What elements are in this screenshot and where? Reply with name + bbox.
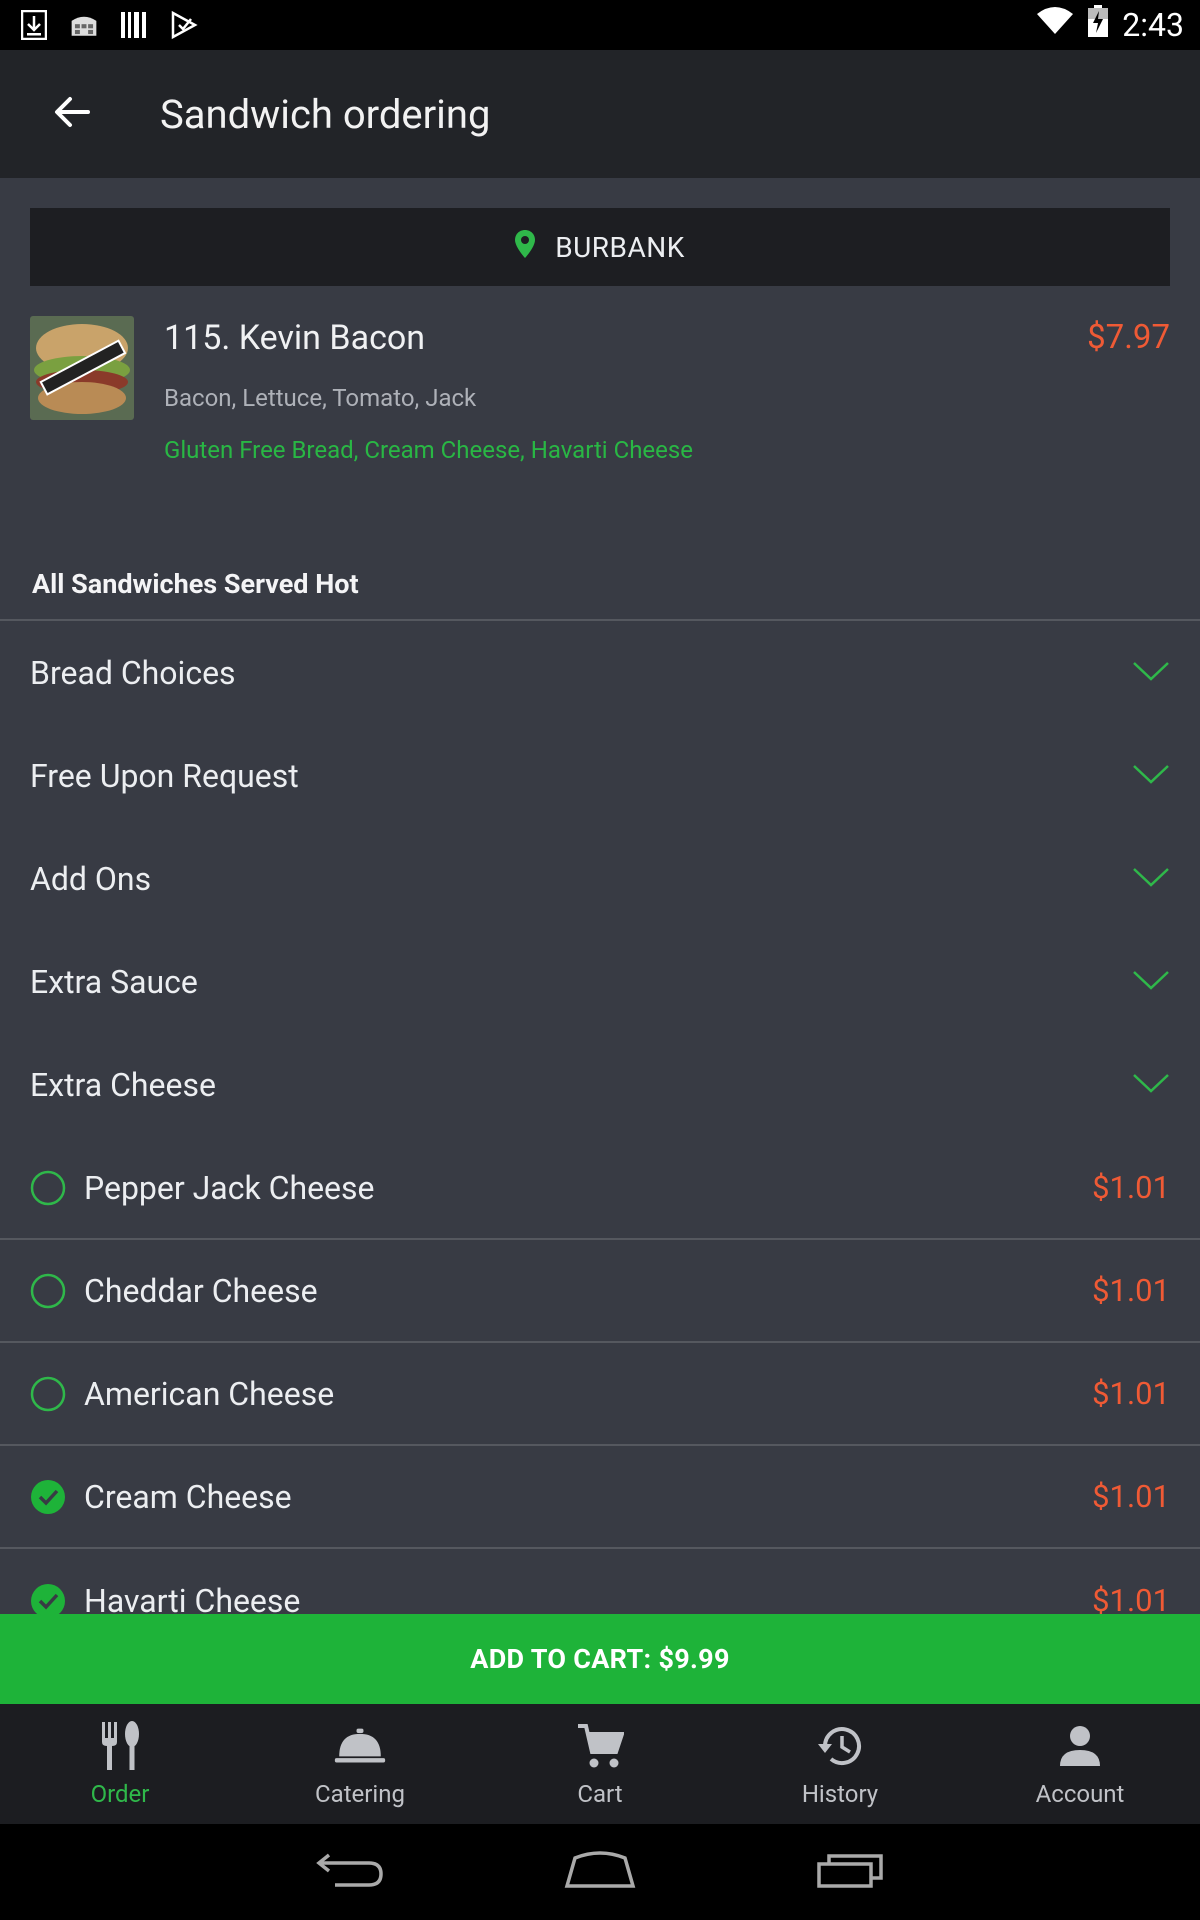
option-price: $1.01 xyxy=(1092,1375,1170,1412)
status-right: 2:43 xyxy=(1036,5,1184,45)
option-cream-cheese[interactable]: Cream Cheese $1.01 xyxy=(0,1446,1200,1549)
group-extra-cheese[interactable]: Extra Cheese xyxy=(0,1033,1200,1136)
cart-icon xyxy=(574,1720,626,1772)
group-free-upon-request[interactable]: Free Upon Request xyxy=(0,724,1200,827)
nav-label: Account xyxy=(1035,1780,1125,1808)
barcode-icon xyxy=(120,10,148,40)
back-icon xyxy=(315,1849,385,1895)
group-label: Extra Sauce xyxy=(30,962,198,1001)
chevron-down-icon xyxy=(1132,660,1170,686)
group-extra-sauce[interactable]: Extra Sauce xyxy=(0,930,1200,1033)
option-price: $1.01 xyxy=(1092,1272,1170,1309)
option-label: Pepper Jack Cheese xyxy=(84,1168,375,1207)
option-pepper-jack-cheese[interactable]: Pepper Jack Cheese $1.01 xyxy=(0,1137,1200,1240)
product-name: 115. Kevin Bacon xyxy=(164,318,426,358)
page-title: Sandwich ordering xyxy=(160,90,491,138)
location-name: BURBANK xyxy=(555,230,685,264)
product-selected-options: Gluten Free Bread, Cream Cheese, Havarti… xyxy=(164,436,693,464)
unchecked-circle-icon xyxy=(30,1273,66,1309)
section-header: All Sandwiches Served Hot xyxy=(32,568,359,600)
group-bread-choices[interactable]: Bread Choices xyxy=(0,621,1200,724)
history-icon xyxy=(814,1720,866,1772)
system-navigation-bar xyxy=(0,1824,1200,1920)
system-home-button[interactable] xyxy=(555,1842,645,1902)
chevron-down-icon xyxy=(1132,763,1170,789)
location-selector[interactable]: BURBANK xyxy=(30,208,1170,286)
download-icon xyxy=(20,10,48,40)
option-price: $1.01 xyxy=(1092,1169,1170,1206)
map-pin-icon xyxy=(515,229,536,265)
chevron-down-icon xyxy=(1132,1072,1170,1098)
nav-label: Catering xyxy=(315,1780,405,1808)
option-label: American Cheese xyxy=(84,1374,335,1413)
status-bar: 2:43 xyxy=(0,0,1200,50)
group-label: Add Ons xyxy=(30,859,152,898)
app-toolbar: Sandwich ordering xyxy=(0,50,1200,178)
group-label: Free Upon Request xyxy=(30,756,299,795)
recents-icon xyxy=(815,1850,885,1894)
group-add-ons[interactable]: Add Ons xyxy=(0,827,1200,930)
group-label: Bread Choices xyxy=(30,653,236,692)
bottom-navigation: Order Catering Cart History Account xyxy=(0,1704,1200,1824)
arrow-back-icon xyxy=(54,96,90,132)
extra-cheese-options: Pepper Jack Cheese $1.01 Cheddar Cheese … xyxy=(0,1137,1200,1652)
chevron-down-icon xyxy=(1132,969,1170,995)
product-description: Bacon, Lettuce, Tomato, Jack xyxy=(164,384,477,412)
nav-label: Order xyxy=(90,1780,150,1808)
product-thumbnail xyxy=(30,316,134,420)
back-button[interactable] xyxy=(36,78,108,150)
group-label: Extra Cheese xyxy=(30,1065,216,1104)
system-back-button[interactable] xyxy=(305,1842,395,1902)
battery-charging-icon xyxy=(1088,5,1109,45)
nav-history[interactable]: History xyxy=(720,1704,960,1824)
option-price: $1.01 xyxy=(1092,1478,1170,1515)
product-price: $7.97 xyxy=(1087,318,1170,357)
option-label: Cheddar Cheese xyxy=(84,1271,318,1310)
store-icon xyxy=(70,10,98,40)
play-store-icon xyxy=(170,10,198,40)
unchecked-circle-icon xyxy=(30,1170,66,1206)
unchecked-circle-icon xyxy=(30,1376,66,1412)
home-icon xyxy=(563,1850,637,1894)
modifier-groups: Bread Choices Free Upon Request Add Ons … xyxy=(0,621,1200,1136)
nav-catering[interactable]: Catering xyxy=(240,1704,480,1824)
option-label: Cream Cheese xyxy=(84,1477,292,1516)
system-recents-button[interactable] xyxy=(805,1842,895,1902)
status-left-icons xyxy=(20,10,198,40)
wifi-icon xyxy=(1036,6,1074,44)
nav-label: History xyxy=(801,1780,879,1808)
nav-account[interactable]: Account xyxy=(960,1704,1200,1824)
chevron-down-icon xyxy=(1132,866,1170,892)
option-american-cheese[interactable]: American Cheese $1.01 xyxy=(0,1343,1200,1446)
nav-order[interactable]: Order xyxy=(0,1704,240,1824)
status-time: 2:43 xyxy=(1122,6,1184,44)
product-summary: 115. Kevin Bacon $7.97 Bacon, Lettuce, T… xyxy=(30,316,1170,476)
checked-circle-icon xyxy=(30,1479,66,1515)
serving-bell-icon xyxy=(334,1720,386,1772)
person-icon xyxy=(1054,1720,1106,1772)
nav-cart[interactable]: Cart xyxy=(480,1704,720,1824)
add-to-cart-button[interactable]: ADD TO CART: $9.99 xyxy=(0,1614,1200,1704)
option-cheddar-cheese[interactable]: Cheddar Cheese $1.01 xyxy=(0,1240,1200,1343)
nav-label: Cart xyxy=(577,1780,623,1808)
fork-knife-icon xyxy=(94,1720,146,1772)
